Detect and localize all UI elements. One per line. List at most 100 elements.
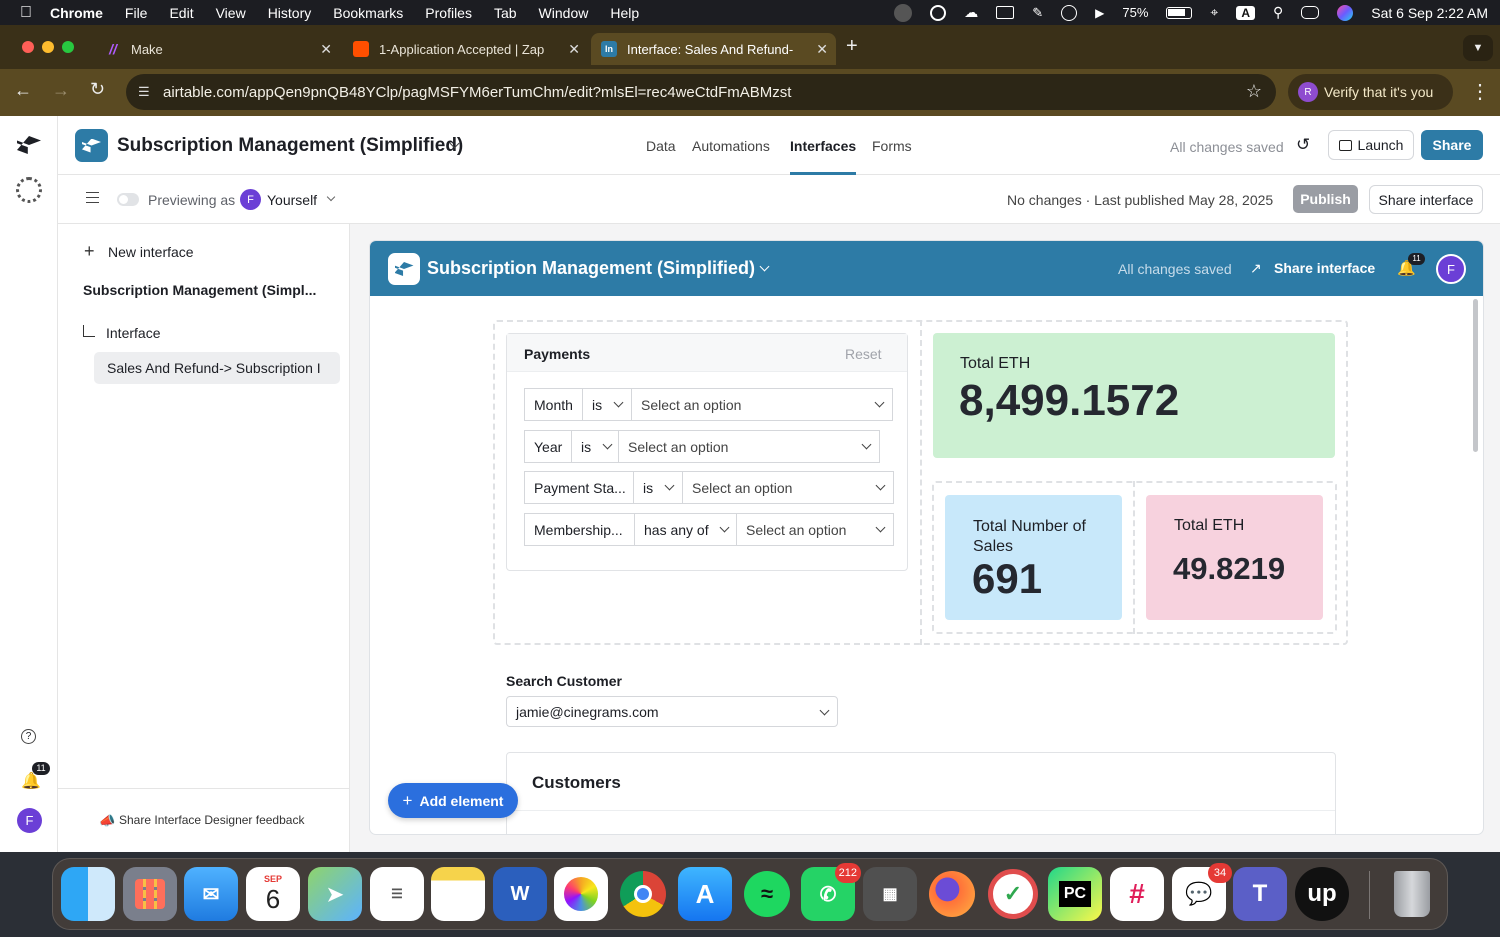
add-element-button[interactable]: + Add element — [388, 783, 518, 818]
preview-user-name[interactable]: Yourself — [267, 192, 317, 208]
filter-op-membership[interactable]: has any of — [634, 513, 738, 546]
filter-value-payment-status[interactable]: Select an option — [682, 471, 894, 504]
account-avatar[interactable]: F — [17, 808, 42, 833]
tab-interface[interactable]: In Interface: Sales And Refund- ✕ — [591, 33, 836, 65]
photos-icon[interactable] — [554, 867, 608, 921]
wifi-icon[interactable]: ⌖ — [1210, 4, 1218, 21]
reset-button[interactable]: Reset — [845, 346, 882, 362]
spotify-icon[interactable]: ≈ — [740, 867, 794, 921]
menu-window[interactable]: Window — [539, 5, 589, 21]
battery-percent[interactable]: 75% — [1122, 5, 1148, 20]
close-tab-icon[interactable]: ✕ — [568, 41, 580, 58]
siri-icon[interactable] — [1337, 4, 1354, 21]
teams-icon[interactable]: T — [1233, 867, 1287, 921]
input-source-icon[interactable]: A — [1236, 5, 1255, 20]
metric-card-number-of-sales[interactable]: Total Number of Sales 691 — [945, 495, 1122, 620]
search-icon[interactable]: ⚲ — [1273, 4, 1283, 21]
close-tab-icon[interactable]: ✕ — [816, 41, 828, 58]
close-tab-icon[interactable]: ✕ — [320, 41, 332, 58]
filter-value-month[interactable]: Select an option — [631, 388, 893, 421]
trash-icon[interactable] — [1385, 867, 1439, 921]
new-tab-icon[interactable]: + — [846, 35, 858, 58]
url-text[interactable]: airtable.com/appQen9pnQB48YClp/pagMSFYM6… — [163, 84, 791, 101]
nav-interfaces[interactable]: Interfaces — [790, 138, 856, 154]
calendar-icon[interactable]: SEP 6 — [246, 867, 300, 921]
whatsapp-icon[interactable]: ✆ 212 — [801, 863, 861, 921]
menu-file[interactable]: File — [125, 5, 148, 21]
new-interface-link[interactable]: New interface — [108, 244, 194, 260]
ticktick-status-icon[interactable] — [930, 4, 947, 21]
launch-button[interactable]: Launch — [1328, 130, 1414, 160]
word-icon[interactable]: W — [493, 867, 547, 921]
menu-chrome[interactable]: Chrome — [50, 5, 103, 21]
filter-op-year[interactable]: is — [571, 430, 621, 463]
mail-icon[interactable]: ✉ — [184, 867, 238, 921]
browser-menu-icon[interactable]: ⋮ — [1470, 79, 1490, 104]
firefox-icon[interactable] — [925, 867, 979, 921]
clock[interactable]: Sat 6 Sep 2:22 AM — [1371, 5, 1488, 21]
play-icon[interactable]: ▶ — [1095, 6, 1104, 20]
share-interface-button[interactable]: Share interface — [1369, 185, 1483, 214]
address-bar[interactable]: ☰ airtable.com/appQen9pnQB48YClp/pagMSFY… — [126, 74, 1276, 110]
preview-toggle[interactable] — [117, 193, 139, 206]
site-info-icon[interactable]: ☰ — [138, 84, 150, 100]
reload-icon[interactable]: ↻ — [90, 79, 105, 100]
interface-title[interactable]: Subscription Management (Simplified) — [427, 258, 755, 279]
verify-identity-button[interactable]: R Verify that it's you — [1288, 74, 1453, 110]
bookmark-star-icon[interactable]: ☆ — [1246, 81, 1262, 102]
filter-op-month[interactable]: is — [582, 388, 632, 421]
interface-share-button[interactable]: Share interface — [1274, 260, 1375, 276]
upwork-status-icon[interactable] — [894, 3, 913, 22]
interface-avatar[interactable]: F — [1436, 254, 1466, 284]
tab-search-icon[interactable]: ▼ — [1463, 35, 1493, 61]
finder-icon[interactable] — [61, 867, 115, 921]
apple-icon[interactable]:  — [20, 4, 32, 22]
tab-zapier[interactable]: 1-Application Accepted | Zap ✕ — [343, 33, 588, 65]
back-icon[interactable]: ← — [14, 80, 32, 101]
nav-forms[interactable]: Forms — [872, 138, 912, 154]
filter-op-payment-status[interactable]: is — [633, 471, 683, 504]
close-window-button[interactable] — [22, 41, 34, 53]
pycharm-icon[interactable]: PC — [1048, 867, 1102, 921]
menu-profiles[interactable]: Profiles — [425, 5, 472, 21]
reminders-icon[interactable]: ☰ — [370, 867, 424, 921]
slack-icon[interactable]: # — [1110, 867, 1164, 921]
maps-icon[interactable]: ➤ — [308, 867, 362, 921]
calculator-icon[interactable]: ▦ — [863, 867, 917, 921]
base-title[interactable]: Subscription Management (Simplified) — [117, 135, 463, 157]
menu-edit[interactable]: Edit — [169, 5, 193, 21]
publish-button[interactable]: Publish — [1293, 185, 1358, 213]
share-button[interactable]: Share — [1421, 130, 1483, 160]
interface-group-label[interactable]: Interface — [106, 325, 160, 341]
tab-make[interactable]: // Make ✕ — [95, 33, 340, 65]
filter-value-year[interactable]: Select an option — [618, 430, 880, 463]
messages-icon[interactable]: 💬 34 — [1172, 863, 1232, 921]
preview-user-avatar[interactable]: F — [240, 189, 261, 210]
history-icon[interactable]: ↺ — [1296, 135, 1310, 155]
sidebar-item-page[interactable]: Sales And Refund-> Subscription I — [94, 352, 340, 384]
zoom-window-button[interactable] — [62, 41, 74, 53]
base-name-item[interactable]: Subscription Management (Simpl... — [83, 282, 316, 298]
loading-icon[interactable] — [16, 177, 42, 203]
launchpad-icon[interactable] — [123, 867, 177, 921]
menu-tab[interactable]: Tab — [494, 5, 517, 21]
accessibility-icon[interactable] — [1061, 4, 1078, 21]
menu-history[interactable]: History — [268, 5, 312, 21]
sidebar-toggle-icon[interactable] — [86, 192, 99, 203]
battery-icon[interactable] — [1166, 6, 1193, 19]
upwork-icon[interactable]: up — [1295, 867, 1349, 921]
feedback-link[interactable]: Share Interface Designer feedback — [119, 813, 304, 827]
base-icon[interactable] — [75, 129, 108, 162]
scrollbar[interactable] — [1473, 299, 1478, 452]
search-customer-select[interactable]: jamie@cinegrams.com — [506, 696, 838, 727]
forward-icon[interactable]: → — [52, 80, 70, 101]
airtable-logo-icon[interactable] — [17, 136, 41, 154]
display-icon[interactable] — [996, 6, 1015, 19]
metric-card-total-eth[interactable]: Total ETH 8,499.1572 — [933, 333, 1335, 458]
app-store-icon[interactable]: A — [678, 867, 732, 921]
minimize-window-button[interactable] — [42, 41, 54, 53]
nav-automations[interactable]: Automations — [692, 138, 770, 154]
menu-view[interactable]: View — [216, 5, 246, 21]
metric-card-total-eth-2[interactable]: Total ETH 49.8219 — [1146, 495, 1323, 620]
weather-icon[interactable]: ☁ — [964, 4, 978, 21]
